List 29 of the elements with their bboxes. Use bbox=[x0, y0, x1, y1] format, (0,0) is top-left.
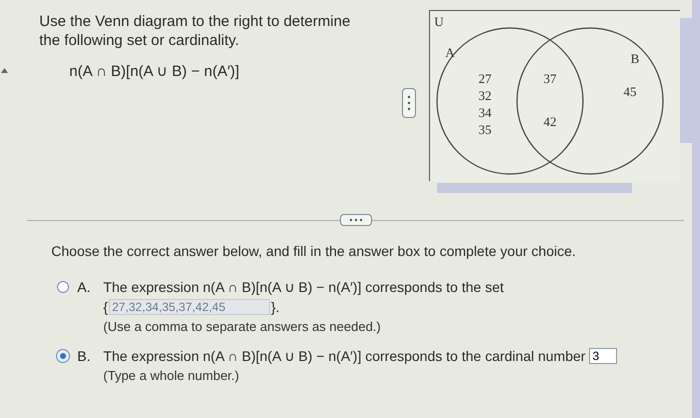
choice-letter: A. bbox=[77, 279, 92, 295]
hint-text: (Use a comma to separate answers as needed.) bbox=[103, 319, 382, 334]
choice-letter: B. bbox=[77, 348, 92, 364]
prompt-text: Choose the correct answer below, and fill in the answer box to complete your choice. bbox=[51, 243, 577, 259]
answer-field[interactable]: 3 bbox=[589, 348, 618, 364]
resize-handle-icon[interactable] bbox=[402, 88, 416, 118]
choice-text: The expression n(A ∩ B)[n(A ∪ B) − n(A′)] corresponds to the set bbox=[103, 279, 504, 295]
set-label: B bbox=[630, 51, 640, 66]
element-label: 27 bbox=[478, 71, 492, 86]
expression-text: n(A ∩ B)[n(A ∪ B) − n(A′)] bbox=[69, 62, 240, 80]
resize-handle-icon[interactable] bbox=[340, 214, 372, 226]
hint-text: (Type a whole number.) bbox=[103, 368, 240, 383]
element-label: 42 bbox=[544, 114, 557, 129]
close-brace: }. bbox=[270, 299, 280, 315]
element-label: 45 bbox=[624, 84, 637, 99]
open-brace: { bbox=[103, 299, 108, 315]
collapse-arrow-icon[interactable] bbox=[1, 68, 8, 73]
radio-button[interactable] bbox=[57, 281, 70, 293]
element-label: 37 bbox=[544, 71, 557, 86]
choice-text: The expression n(A ∩ B)[n(A ∪ B) − n(A′)] corresponds to the cardinal number bbox=[103, 348, 586, 364]
horizontal-scrollbar[interactable] bbox=[437, 183, 632, 193]
element-label: 34 bbox=[478, 105, 492, 120]
set-label: A bbox=[446, 45, 455, 60]
vertical-scrollbar[interactable] bbox=[680, 18, 692, 143]
page-scrollbar[interactable] bbox=[692, 0, 700, 418]
instruction-text: Use the Venn diagram to the right to determine the following set or cardinality. bbox=[39, 12, 352, 50]
element-label: 35 bbox=[478, 122, 492, 137]
element-label: 32 bbox=[478, 88, 492, 103]
universe-label: U bbox=[434, 14, 444, 29]
